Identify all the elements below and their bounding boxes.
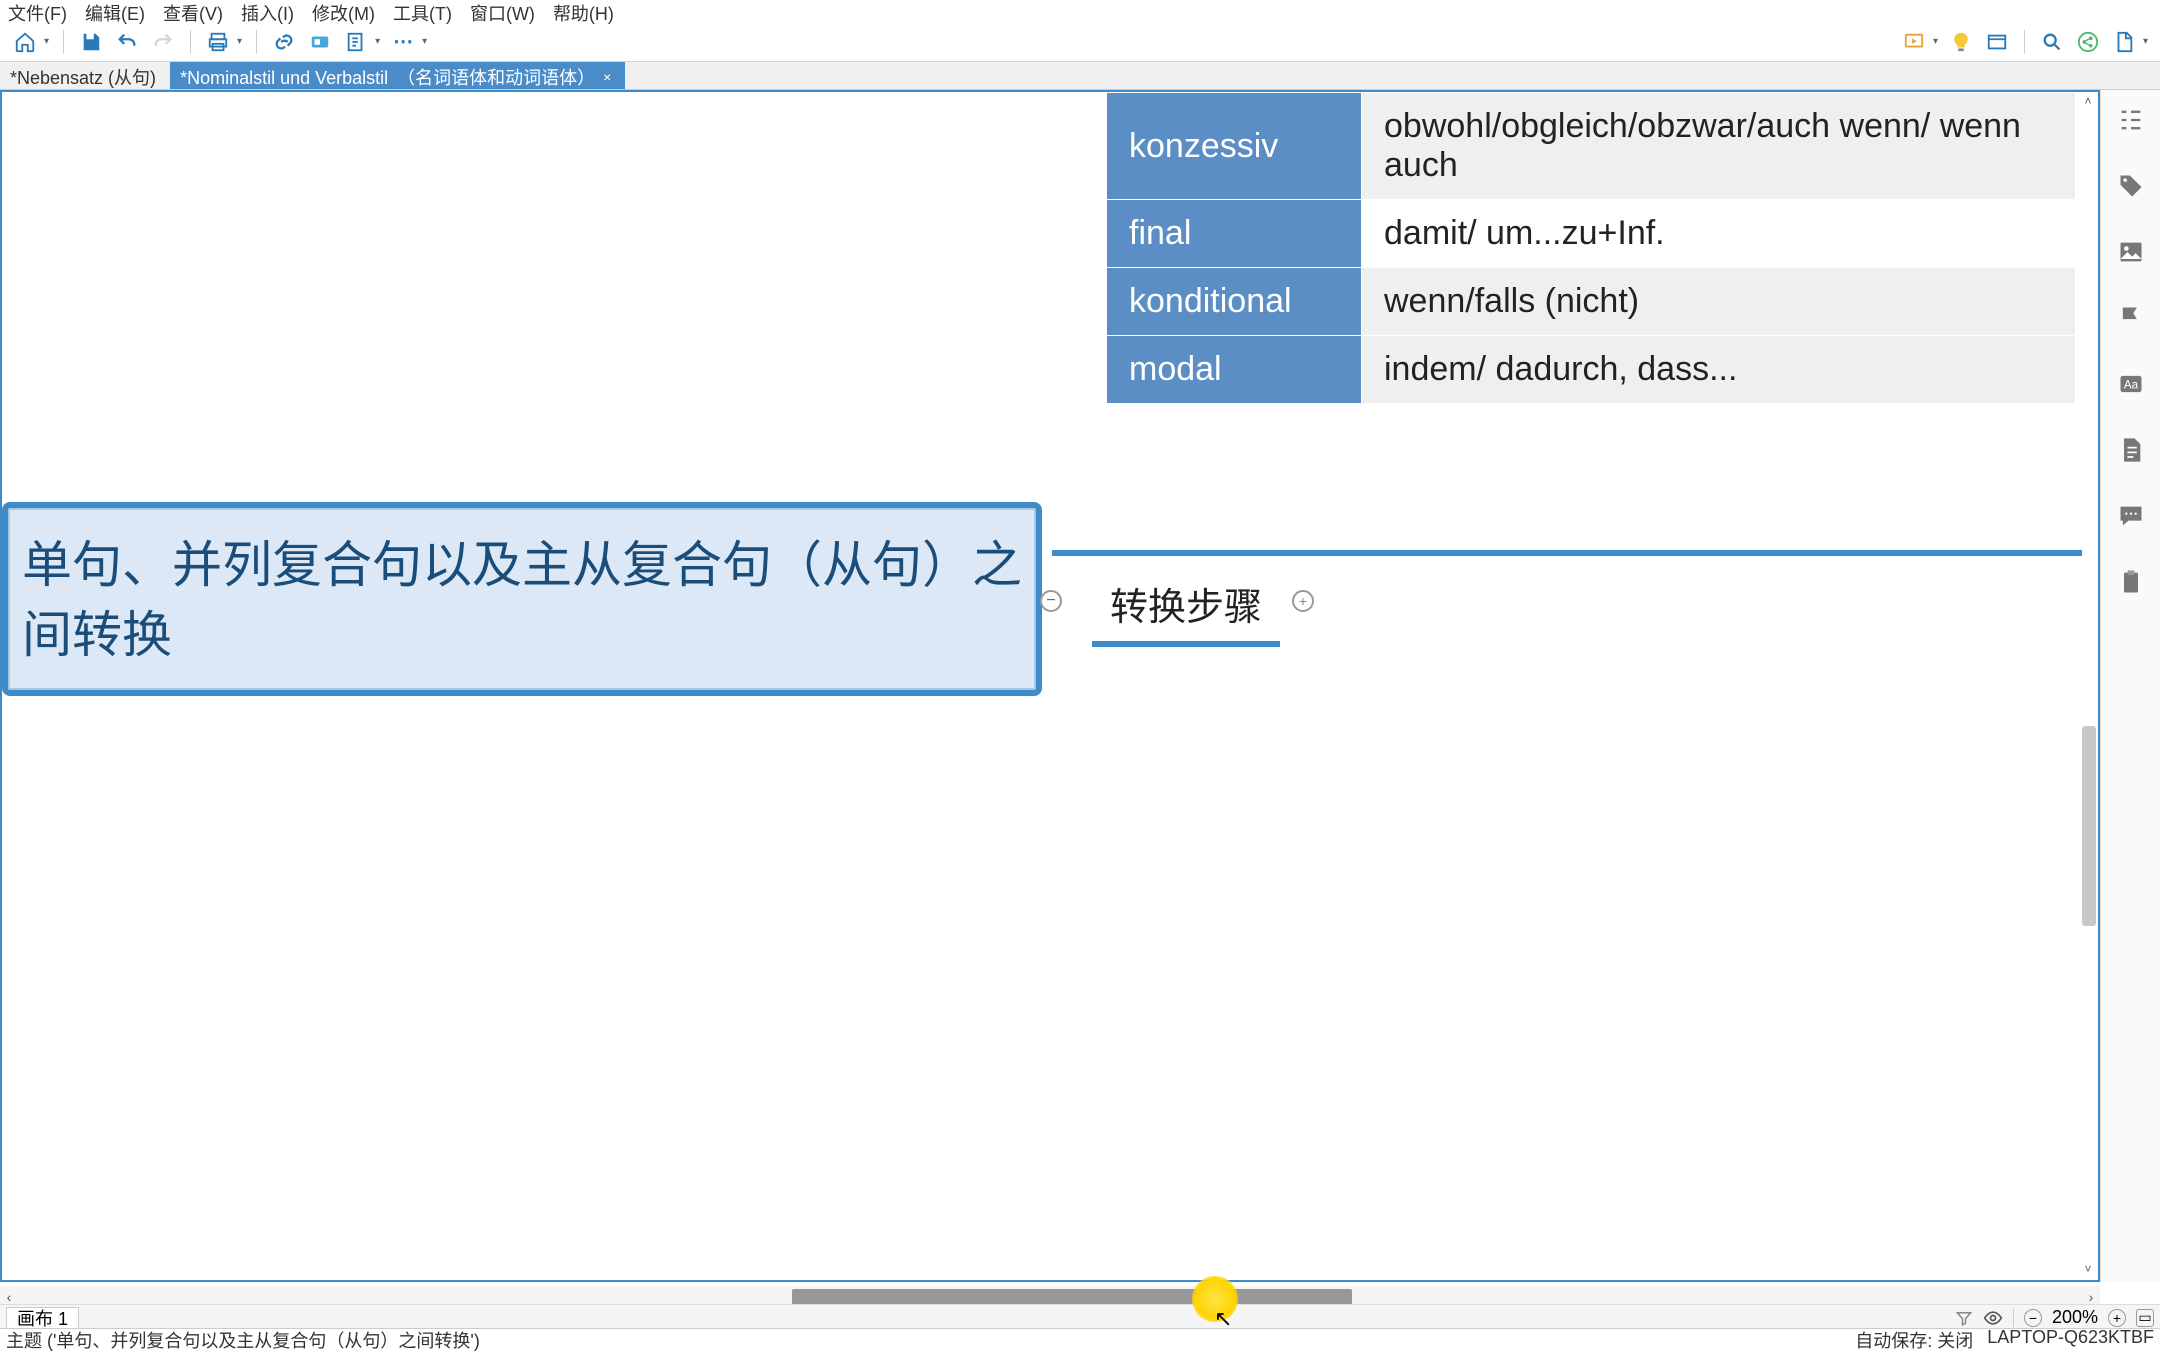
menu-file[interactable]: 文件(F) [8, 0, 67, 26]
redo-icon[interactable] [150, 29, 176, 55]
print-dropdown[interactable]: ▾ [237, 36, 242, 47]
row-words: obwohl/obgleich/obzwar/auch wenn/ wenn a… [1362, 93, 2076, 200]
document-tabs: *Nebensatz (从句) *Nominalstil und Verbals… [0, 62, 2160, 90]
vscroll-thumb[interactable] [2082, 726, 2096, 926]
zoom-in-button[interactable]: + [2108, 1309, 2126, 1327]
right-side-panel: Aa [2100, 90, 2160, 1282]
tab-nominalstil[interactable]: *Nominalstil und Verbalstil （名词语体和动词语体） … [170, 62, 625, 89]
window-icon[interactable] [1984, 29, 2010, 55]
svg-text:Aa: Aa [2123, 379, 2138, 392]
presentation-dropdown[interactable]: ▾ [1933, 36, 1938, 47]
more-icon[interactable]: ⋯ [390, 29, 416, 55]
style-icon[interactable]: Aa [2117, 370, 2145, 398]
tab-label: *Nebensatz (从句) [10, 64, 156, 90]
menu-tools[interactable]: 工具(T) [393, 0, 452, 26]
row-words: damit/ um...zu+Inf. [1362, 200, 2076, 268]
save-icon[interactable] [78, 29, 104, 55]
print-icon[interactable] [205, 29, 231, 55]
vertical-scrollbar[interactable]: ˄ ˅ [2080, 94, 2096, 1278]
search-icon[interactable] [2039, 29, 2065, 55]
scroll-down-icon[interactable]: ˅ [2080, 1262, 2096, 1278]
tag-icon[interactable] [2117, 172, 2145, 200]
flag-icon[interactable] [2117, 304, 2145, 332]
zoom-fit-button[interactable]: ▭ [2136, 1309, 2154, 1327]
status-selection: 主题 ('单句、并列复合句以及主从复合句（从句）之间转换') [6, 1327, 480, 1353]
main-topic-node[interactable]: 单句、并列复合句以及主从复合句（从句）之间转换 [2, 502, 1042, 696]
table-underline [1052, 550, 2082, 556]
more-dropdown[interactable]: ▾ [422, 36, 427, 47]
toolbar: ▾ ▾ ▾ ⋯ ▾ ▾ ▾ [0, 22, 2160, 62]
row-words: indem/ dadurch, dass... [1362, 336, 2076, 404]
menu-modify[interactable]: 修改(M) [312, 0, 375, 26]
note-icon[interactable] [343, 29, 369, 55]
link-icon[interactable] [271, 29, 297, 55]
filter-icon[interactable] [1955, 1309, 1973, 1327]
export-icon[interactable] [2111, 29, 2137, 55]
tab-label: *Nominalstil und Verbalstil （名词语体和动词语体） [180, 64, 595, 90]
row-type: modal [1107, 336, 1362, 404]
hscroll-track[interactable] [22, 1289, 2078, 1305]
scroll-up-icon[interactable]: ˄ [2080, 94, 2096, 110]
zoom-level[interactable]: 200% [2052, 1307, 2098, 1328]
share-icon[interactable] [2075, 29, 2101, 55]
note-dropdown[interactable]: ▾ [375, 36, 380, 47]
lightbulb-icon[interactable] [1948, 29, 1974, 55]
document-icon[interactable] [2117, 436, 2145, 464]
undo-icon[interactable] [114, 29, 140, 55]
home-dropdown[interactable]: ▾ [44, 36, 49, 47]
scroll-right-icon[interactable]: › [2082, 1289, 2100, 1305]
scroll-left-icon[interactable]: ‹ [0, 1289, 18, 1305]
menu-view[interactable]: 查看(V) [163, 0, 223, 26]
presentation-icon[interactable] [1901, 29, 1927, 55]
sub-topic-node[interactable]: 转换步骤 [1092, 570, 1280, 647]
row-words: wenn/falls (nicht) [1362, 268, 2076, 336]
menu-bar: 文件(F) 编辑(E) 查看(V) 插入(I) 修改(M) 工具(T) 窗口(W… [0, 0, 2160, 22]
add-child-button[interactable]: + [1292, 590, 1314, 612]
row-type: final [1107, 200, 1362, 268]
collapse-toggle[interactable]: − [1040, 590, 1062, 612]
clipboard-icon[interactable] [2117, 568, 2145, 596]
menu-edit[interactable]: 编辑(E) [85, 0, 145, 26]
grammar-table: konzessivobwohl/obgleich/obzwar/auch wen… [1106, 92, 2076, 404]
row-type: konditional [1107, 268, 1362, 336]
export-dropdown[interactable]: ▾ [2143, 36, 2148, 47]
comment-icon[interactable] [2117, 502, 2145, 530]
menu-window[interactable]: 窗口(W) [470, 0, 535, 26]
close-icon[interactable]: × [603, 69, 611, 85]
attachment-icon[interactable] [307, 29, 333, 55]
hscroll-thumb[interactable] [792, 1289, 1352, 1305]
home-icon[interactable] [12, 29, 38, 55]
image-icon[interactable] [2117, 238, 2145, 266]
canvas-tab[interactable]: 画布 1 [6, 1307, 79, 1329]
outline-icon[interactable] [2117, 106, 2145, 134]
status-bar: 主题 ('单句、并列复合句以及主从复合句（从句）之间转换') 自动保存: 关闭 … [0, 1328, 2160, 1350]
menu-help[interactable]: 帮助(H) [553, 0, 614, 26]
zoom-out-button[interactable]: − [2024, 1309, 2042, 1327]
tab-nebensatz[interactable]: *Nebensatz (从句) [0, 62, 170, 89]
canvas-workspace[interactable]: konzessivobwohl/obgleich/obzwar/auch wen… [0, 90, 2100, 1282]
cursor-icon: ↖ [1214, 1306, 1232, 1332]
row-type: konzessiv [1107, 93, 1362, 200]
menu-insert[interactable]: 插入(I) [241, 0, 294, 26]
status-autosave[interactable]: 自动保存: 关闭 [1855, 1327, 1973, 1353]
visibility-icon[interactable] [1983, 1308, 2003, 1328]
status-hostname: LAPTOP-Q623KTBF [1987, 1327, 2154, 1353]
